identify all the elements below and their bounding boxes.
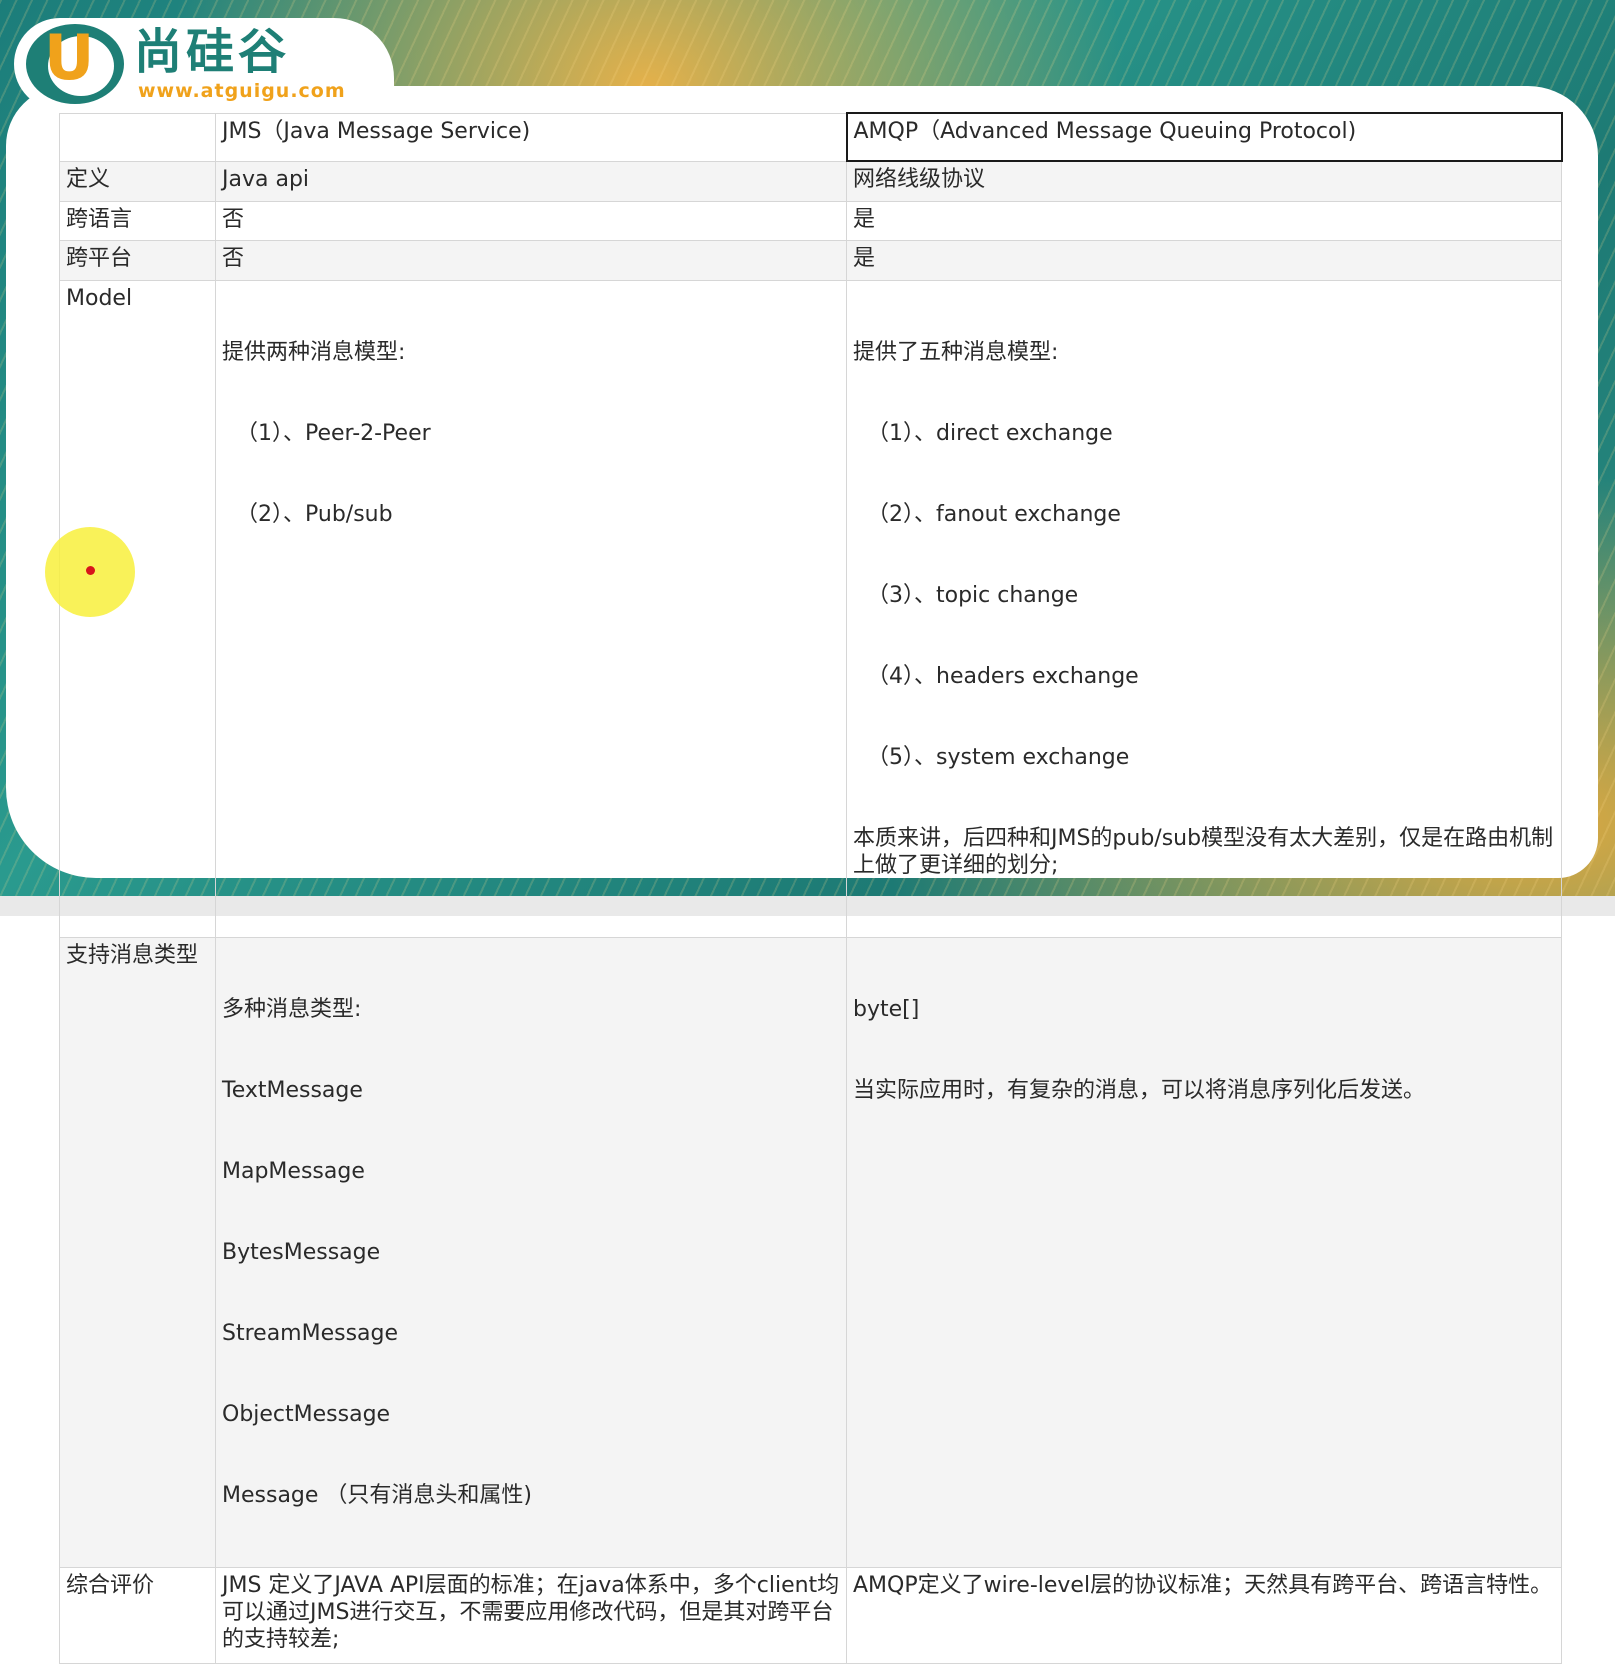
jms-amqp-comparison-table: JMS（Java Message Service) AMQP（Advanced … <box>59 112 1563 1664</box>
logo-name: 尚硅谷 <box>134 24 291 80</box>
table-header-row: JMS（Java Message Service) AMQP（Advanced … <box>59 112 1563 162</box>
atguigu-logo: U 尚硅谷 www.atguigu.com <box>14 18 394 110</box>
header-amqp: AMQP（Advanced Message Queuing Protocol) <box>845 112 1563 162</box>
row-label: 综合评价 <box>59 1567 216 1664</box>
cell-line: （2）、Pub/sub <box>236 502 393 527</box>
cell-line: JMS 定义了JAVA API层面的标准；在java体系中，多个client均可… <box>222 1573 840 1652</box>
amqp-cell: 提供了五种消息模型: （1）、direct exchange （2）、fanou… <box>846 280 1562 938</box>
cell-line: byte[] <box>853 997 920 1022</box>
header-corner-cell <box>59 112 216 162</box>
table-row: 跨平台 否 是 <box>59 240 1562 281</box>
jms-cell: 否 <box>215 240 847 281</box>
cell-line: 提供两种消息模型: <box>222 340 406 365</box>
table-row: 支持消息类型 多种消息类型: TextMessage MapMessage By… <box>59 937 1562 1568</box>
amqp-cell: 网络线级协议 <box>846 160 1562 202</box>
cell-line: 否 <box>222 207 245 232</box>
cell-line: 本质来讲，后四种和JMS的pub/sub模型没有太大差别，仅是在路由机制上做了更… <box>853 826 1554 878</box>
row-label: 跨平台 <box>59 240 216 281</box>
row-label: 支持消息类型 <box>59 937 216 1568</box>
jms-cell: Java api <box>215 160 847 202</box>
cell-line: 当实际应用时，有复杂的消息，可以将消息序列化后发送。 <box>853 1078 1426 1103</box>
cell-line: ObjectMessage <box>222 1402 391 1427</box>
table-row: 综合评价 JMS 定义了JAVA API层面的标准；在java体系中，多个cli… <box>59 1567 1562 1664</box>
logo-letter: U <box>44 21 95 94</box>
amqp-cell: AMQP定义了wire-level层的协议标准；天然具有跨平台、跨语言特性。 <box>846 1567 1562 1664</box>
cell-line: （2）、fanout exchange <box>867 502 1121 527</box>
cell-line: 网络线级协议 <box>853 167 986 192</box>
cell-line: 多种消息类型: <box>222 997 362 1022</box>
table-row: Model 提供两种消息模型: （1）、Peer-2-Peer （2）、Pub/… <box>59 280 1562 938</box>
logo-url: www.atguigu.com <box>138 80 346 102</box>
table-row: 定义 Java api 网络线级协议 <box>59 160 1562 202</box>
cell-line: （1）、direct exchange <box>867 421 1113 446</box>
cell-line: 否 <box>222 246 245 271</box>
amqp-cell: 是 <box>846 201 1562 241</box>
table-row: 跨语言 否 是 <box>59 201 1562 241</box>
cell-line: Message （只有消息头和属性) <box>222 1483 532 1508</box>
cell-line: （3）、topic change <box>867 583 1079 608</box>
mouse-pointer-dot <box>86 566 95 575</box>
cell-line: （5）、system exchange <box>867 745 1130 770</box>
jms-cell: 否 <box>215 201 847 241</box>
cell-line: 是 <box>853 246 876 271</box>
cell-line: （4）、headers exchange <box>867 664 1139 689</box>
row-label: 定义 <box>59 160 216 202</box>
cell-line: BytesMessage <box>222 1240 381 1265</box>
cell-line: 是 <box>853 207 876 232</box>
cell-line: （1）、Peer-2-Peer <box>236 421 431 446</box>
amqp-cell: 是 <box>846 240 1562 281</box>
jms-cell: 提供两种消息模型: （1）、Peer-2-Peer （2）、Pub/sub <box>215 280 847 938</box>
cell-line: MapMessage <box>222 1159 365 1184</box>
jms-cell: 多种消息类型: TextMessage MapMessage BytesMess… <box>215 937 847 1568</box>
row-label: 跨语言 <box>59 201 216 241</box>
cell-line: StreamMessage <box>222 1321 399 1346</box>
amqp-cell: byte[] 当实际应用时，有复杂的消息，可以将消息序列化后发送。 <box>846 937 1562 1568</box>
cell-line: 提供了五种消息模型: <box>853 340 1059 365</box>
cell-line: TextMessage <box>222 1078 363 1103</box>
cell-line: AMQP定义了wire-level层的协议标准；天然具有跨平台、跨语言特性。 <box>853 1573 1553 1598</box>
cell-line: Java api <box>222 166 310 192</box>
jms-cell: JMS 定义了JAVA API层面的标准；在java体系中，多个client均可… <box>215 1567 847 1664</box>
header-jms: JMS（Java Message Service) <box>215 112 847 162</box>
